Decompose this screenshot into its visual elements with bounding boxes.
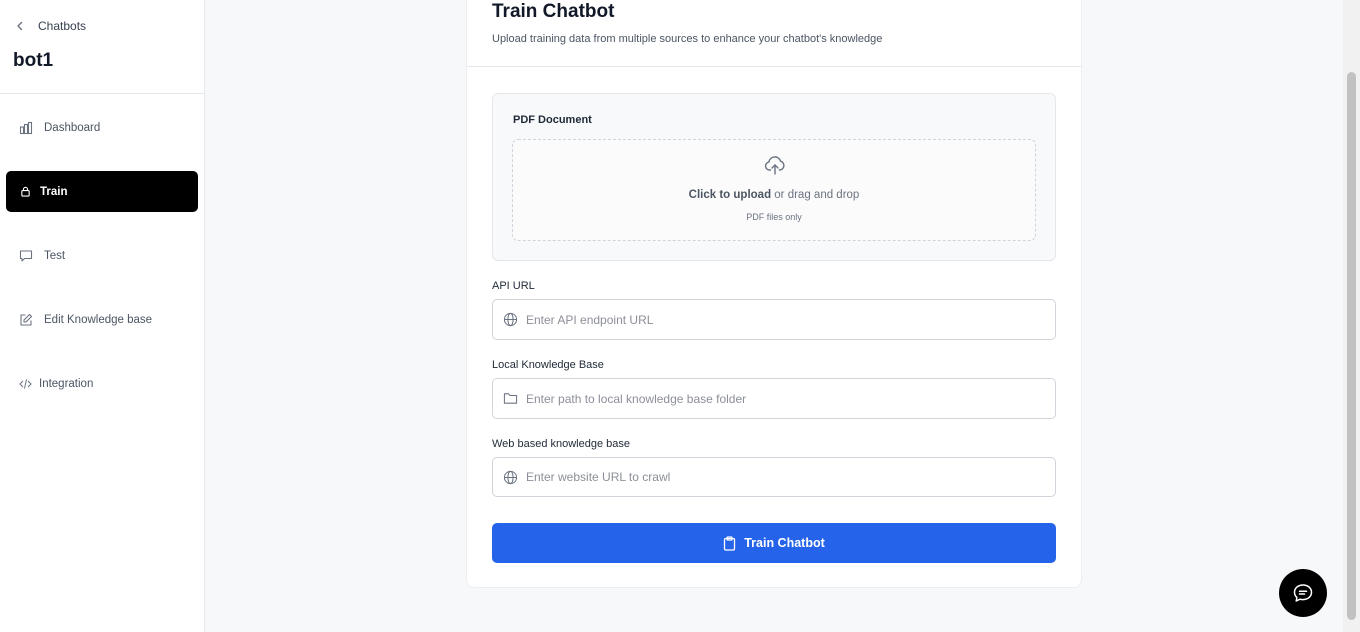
pdf-document-section: PDF Document Click to upload or drag and… (492, 93, 1056, 261)
globe-icon (503, 470, 518, 485)
sidebar-item-label: Integration (39, 377, 94, 390)
web-kb-field (492, 457, 1056, 497)
api-url-field (492, 299, 1056, 340)
sidebar-item-integration[interactable]: Integration (6, 363, 198, 404)
scrollbar-thumb[interactable] (1347, 72, 1356, 620)
train-chatbot-card: Train Chatbot Upload training data from … (466, 0, 1082, 588)
edit-icon (20, 313, 33, 326)
page-subtitle: Upload training data from multiple sourc… (492, 33, 883, 45)
api-url-input[interactable] (493, 300, 1055, 339)
message-square-icon (19, 249, 33, 262)
click-to-upload-text[interactable]: Click to upload (689, 189, 771, 201)
sidebar-item-dashboard[interactable]: Dashboard (6, 107, 198, 148)
local-kb-input[interactable] (493, 379, 1055, 418)
chevron-left-icon (14, 19, 26, 33)
bot-name: bot1 (13, 50, 54, 71)
train-chatbot-button[interactable]: Train Chatbot (492, 523, 1056, 563)
page-title: Train Chatbot (492, 1, 615, 22)
pdf-upload-dropzone[interactable]: Click to upload or drag and drop PDF fil… (512, 139, 1036, 241)
local-kb-label: Local Knowledge Base (492, 359, 604, 371)
chat-bubble-icon (1293, 584, 1313, 602)
web-kb-input[interactable] (493, 458, 1055, 496)
sidebar-item-edit-knowledge-base[interactable]: Edit Knowledge base (6, 299, 198, 340)
bar-chart-icon (19, 121, 33, 134)
sidebar-item-label: Dashboard (44, 121, 101, 134)
back-link-label: Chatbots (38, 19, 87, 33)
page-scrollbar[interactable] (1343, 0, 1360, 632)
local-kb-field (492, 378, 1056, 419)
train-button-label: Train Chatbot (744, 536, 825, 550)
folder-icon (503, 393, 518, 404)
sidebar-item-test[interactable]: Test (6, 235, 198, 276)
sidebar-divider (0, 93, 205, 94)
sidebar: Chatbots bot1 Dashboard Train Test Edit … (0, 0, 205, 632)
code-icon (19, 378, 32, 389)
sidebar-item-label: Edit Knowledge base (44, 313, 153, 326)
upload-instructions: Click to upload or drag and drop (513, 189, 1035, 201)
upload-hint: PDF files only (746, 212, 802, 222)
sidebar-item-label: Train (40, 185, 68, 198)
chat-widget-button[interactable] (1279, 569, 1327, 617)
card-header: Train Chatbot Upload training data from … (467, 0, 1081, 67)
upload-cloud-icon (764, 156, 785, 175)
globe-icon (503, 312, 518, 327)
lock-icon (21, 186, 30, 197)
api-url-label: API URL (492, 280, 535, 292)
back-to-chatbots-link[interactable]: Chatbots (14, 19, 86, 33)
sidebar-item-train[interactable]: Train (6, 171, 198, 212)
pdf-document-label: PDF Document (513, 114, 592, 126)
sidebar-item-label: Test (44, 249, 66, 262)
drag-drop-text: or drag and drop (771, 189, 860, 201)
clipboard-icon (724, 535, 736, 551)
web-kb-label: Web based knowledge base (492, 438, 631, 450)
